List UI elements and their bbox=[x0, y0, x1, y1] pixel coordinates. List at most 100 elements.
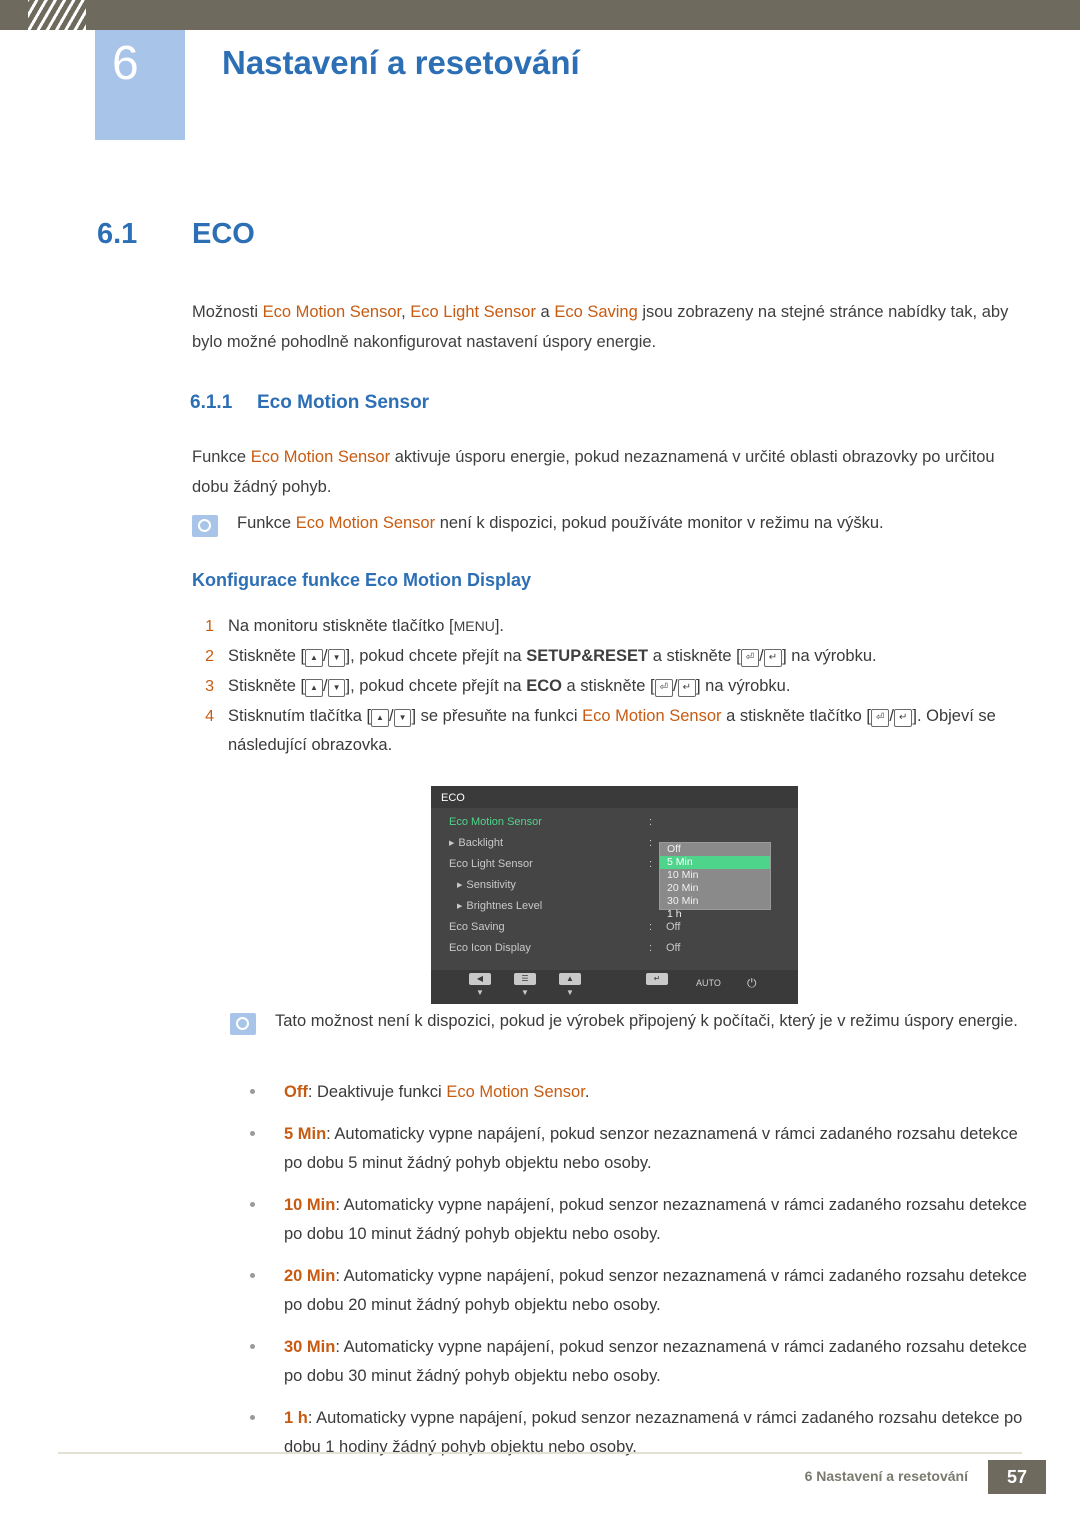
enter-icon bbox=[677, 679, 696, 697]
step-3-text-4: ] na výrobku. bbox=[695, 677, 791, 695]
osd-row-brightness-level[interactable]: ▶ Brightnes Level bbox=[457, 900, 542, 912]
menu-icon: ☰ bbox=[514, 973, 536, 985]
bullet-4-text: : Automaticky vypne napájení, pokud senz… bbox=[284, 1338, 1027, 1385]
bullet-dot-icon bbox=[250, 1344, 255, 1349]
osd-button-menu[interactable]: ☰ ▼ bbox=[514, 973, 536, 997]
osd-label-brightness-level: Brightnes Level bbox=[466, 900, 543, 912]
osd-option-30min[interactable]: 30 Min bbox=[660, 895, 770, 908]
osd-colon-0: : bbox=[649, 816, 653, 828]
bullet-2-text: : Automaticky vypne napájení, pokud senz… bbox=[284, 1196, 1027, 1243]
chapter-number: 6 bbox=[112, 37, 139, 90]
osd-option-1h[interactable]: 1 h bbox=[660, 908, 770, 921]
osd-row-backlight[interactable]: ▶ Backlight bbox=[449, 837, 503, 849]
numbered-steps-list: 1 Na monitoru stiskněte tlačítko [MENU].… bbox=[192, 612, 1032, 761]
step-3-text-1: Stiskněte [ bbox=[228, 677, 306, 695]
step-item-2: 2 Stiskněte [/], pokud chcete přejít na … bbox=[192, 642, 1032, 671]
return-icon bbox=[870, 709, 890, 727]
triangle-right-icon: ▶ bbox=[457, 882, 463, 889]
page-header-bar bbox=[0, 0, 1080, 30]
step-3-text-3: a stiskněte [ bbox=[561, 677, 655, 695]
osd-option-5min[interactable]: 5 Min bbox=[660, 856, 770, 869]
osd-row-eco-icon-display[interactable]: Eco Icon Display bbox=[449, 942, 531, 954]
step-1-text-1: Na monitoru stiskněte tlačítko [ bbox=[228, 617, 454, 635]
step-number-4: 4 bbox=[205, 708, 214, 725]
step-2-text-4: ] na výrobku. bbox=[782, 647, 877, 665]
footer-divider bbox=[58, 1452, 1022, 1454]
osd-row-eco-motion-sensor[interactable]: Eco Motion Sensor bbox=[449, 816, 542, 828]
subsection-text-1: Funkce bbox=[192, 448, 251, 466]
osd-button-back[interactable]: ◀ ▼ bbox=[469, 973, 491, 997]
enter-icon bbox=[763, 649, 783, 667]
config-heading: Konfigurace funkce Eco Motion Display bbox=[192, 570, 532, 590]
osd-option-20min[interactable]: 20 Min bbox=[660, 882, 770, 895]
bullet-term-10min: 10 Min bbox=[284, 1196, 336, 1214]
arrow-down-icon bbox=[327, 679, 346, 697]
osd-button-power[interactable]: ⏻ bbox=[747, 976, 757, 991]
triangle-right-icon: ▶ bbox=[457, 903, 463, 910]
step-4-highlight: Eco Motion Sensor bbox=[582, 707, 722, 725]
enter-icon: ↵ bbox=[646, 973, 668, 985]
bullet-1-text: : Automaticky vypne napájení, pokud senz… bbox=[284, 1125, 1018, 1172]
step-4-text-2: ] se přesuňte na funkci bbox=[411, 707, 583, 725]
osd-button-up[interactable]: ▲ ▼ bbox=[559, 973, 581, 997]
bullet-item-10min: 10 Min: Automaticky vypne napájení, poku… bbox=[230, 1191, 1030, 1249]
osd-colon-6: : bbox=[649, 942, 653, 954]
osd-option-10min[interactable]: 10 Min bbox=[660, 869, 770, 882]
osd-option-dropdown[interactable]: Off 5 Min 10 Min 20 Min 30 Min 1 h bbox=[659, 842, 771, 920]
step-number-1: 1 bbox=[205, 618, 214, 635]
step-2-text-1: Stiskněte [ bbox=[228, 647, 306, 665]
bullet-term-off: Off bbox=[284, 1083, 308, 1101]
osd-button-auto[interactable]: AUTO bbox=[696, 978, 721, 988]
osd-button-enter[interactable]: ↵ bbox=[646, 973, 668, 988]
option-bullet-list: Off: Deaktivuje funkci Eco Motion Sensor… bbox=[230, 1078, 1030, 1475]
intro-text-3: a bbox=[535, 303, 555, 321]
triangle-right-icon: ▶ bbox=[449, 840, 455, 847]
osd-colon-5: : bbox=[649, 921, 653, 933]
down-indicator-icon: ▼ bbox=[476, 988, 484, 997]
bullet-0-highlight: Eco Motion Sensor bbox=[446, 1083, 585, 1101]
bullet-5-text: : Automaticky vypne napájení, pokud senz… bbox=[284, 1409, 1023, 1456]
down-indicator-icon: ▼ bbox=[521, 988, 529, 997]
step-item-1: 1 Na monitoru stiskněte tlačítko [MENU]. bbox=[192, 612, 1032, 641]
subsection-title: Eco Motion Sensor bbox=[257, 392, 430, 413]
bullet-0-text-1: : Deaktivuje funkci bbox=[307, 1083, 447, 1101]
return-icon bbox=[654, 679, 673, 697]
note-1-text-a: Funkce bbox=[237, 514, 296, 532]
return-icon bbox=[740, 649, 760, 667]
osd-row-eco-light-sensor[interactable]: Eco Light Sensor bbox=[449, 858, 533, 870]
bullet-dot-icon bbox=[250, 1273, 255, 1278]
enter-icon bbox=[893, 709, 913, 727]
bullet-dot-icon bbox=[250, 1131, 255, 1136]
section-title: ECO bbox=[192, 218, 255, 250]
step-number-3: 3 bbox=[205, 678, 214, 695]
bullet-term-30min: 30 Min bbox=[284, 1338, 336, 1356]
osd-label-eco-saving: Eco Saving bbox=[449, 921, 505, 933]
note-1-text-b: není k dispozici, pokud používáte monito… bbox=[435, 514, 884, 532]
bullet-item-30min: 30 Min: Automaticky vypne napájení, poku… bbox=[230, 1333, 1030, 1391]
arrow-down-icon bbox=[393, 709, 412, 727]
bullet-term-20min: 20 Min bbox=[284, 1267, 336, 1285]
note-2-text: Tato možnost není k dispozici, pokud je … bbox=[275, 1012, 1018, 1030]
step-3-text-2: ], pokud chcete přejít na bbox=[345, 677, 527, 695]
menu-key-label: MENU bbox=[453, 618, 495, 634]
osd-row-eco-saving[interactable]: Eco Saving bbox=[449, 921, 505, 933]
osd-option-off[interactable]: Off bbox=[660, 843, 770, 856]
bullet-term-5min: 5 Min bbox=[284, 1125, 327, 1143]
bullet-item-off: Off: Deaktivuje funkci Eco Motion Sensor… bbox=[230, 1078, 1030, 1107]
bullet-dot-icon bbox=[250, 1089, 255, 1094]
section-intro-paragraph: Možnosti Eco Motion Sensor, Eco Light Se… bbox=[192, 297, 1022, 357]
arrow-up-icon bbox=[305, 649, 323, 667]
osd-menu-body: Eco Motion Sensor : ▶ Backlight : Eco Lig… bbox=[431, 808, 798, 970]
down-indicator-icon: ▼ bbox=[566, 988, 574, 997]
intro-highlight-eco-saving: Eco Saving bbox=[554, 303, 638, 321]
intro-text-1: Možnosti bbox=[192, 303, 263, 321]
osd-title: ECO bbox=[441, 792, 465, 804]
osd-label-eco-motion-sensor: Eco Motion Sensor bbox=[449, 816, 542, 828]
osd-row-sensitivity[interactable]: ▶ Sensitivity bbox=[457, 879, 516, 891]
note-info-icon bbox=[192, 515, 218, 537]
arrow-up-icon bbox=[371, 709, 389, 727]
osd-screenshot: ECO Eco Motion Sensor : ▶ Backlight : Eco… bbox=[431, 786, 798, 1004]
arrow-down-icon bbox=[327, 649, 346, 667]
osd-value-eco-icon-display: Off bbox=[666, 942, 681, 954]
osd-label-eco-icon-display: Eco Icon Display bbox=[449, 942, 531, 954]
